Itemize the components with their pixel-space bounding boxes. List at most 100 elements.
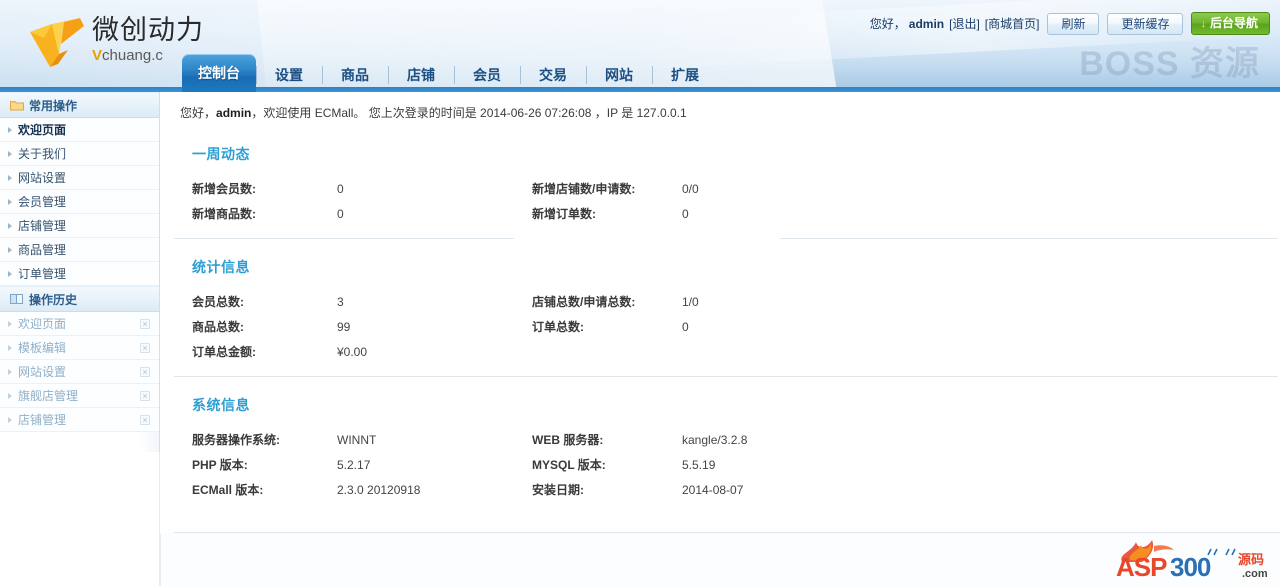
- section-divider: [160, 376, 1280, 377]
- stat-value: ¥0.00: [337, 344, 368, 359]
- stat-row: 订单总金额: ¥0.00: [192, 339, 532, 364]
- stat-row: 安装日期: 2014-08-07: [532, 477, 1266, 502]
- sidebar: 常用操作 欢迎页面 关于我们 网站设置 会员管理 店铺管理 商品管理 订单管理 …: [0, 92, 160, 452]
- tab-members[interactable]: 会员: [454, 58, 520, 92]
- sidebar-item-goods-management[interactable]: 商品管理: [0, 238, 159, 262]
- close-icon[interactable]: ×: [140, 366, 150, 377]
- sidebar-section-history-header: 操作历史: [0, 286, 159, 312]
- stat-label: 服务器操作系统:: [192, 433, 280, 447]
- section-kv-grid: 新增会员数: 0 新增店铺数/申请数: 0/0 新增商品数: 0 新增订单数: …: [192, 176, 1266, 226]
- sidebar-history-item-template-edit[interactable]: 模板编辑 ×: [0, 336, 159, 360]
- arrow-right-icon: [8, 368, 12, 375]
- sidebar-history-item-flagship-store[interactable]: 旗舰店管理 ×: [0, 384, 159, 408]
- tab-settings[interactable]: 设置: [256, 58, 322, 92]
- sidebar-history-item-welcome[interactable]: 欢迎页面 ×: [0, 312, 159, 336]
- stat-value: WINNT: [337, 432, 377, 447]
- stat-value: 0: [682, 319, 689, 334]
- arrow-right-icon: [8, 222, 12, 229]
- close-icon[interactable]: ×: [140, 390, 150, 401]
- tab-console[interactable]: 控制台: [182, 54, 256, 92]
- stat-row: ECMall 版本: 2.3.0 20120918: [192, 477, 532, 502]
- stat-value: 5.5.19: [682, 457, 716, 472]
- greeting-text: 您好，: [869, 17, 906, 31]
- arrow-right-icon: [8, 126, 12, 133]
- stat-label: WEB 服务器:: [532, 433, 604, 447]
- welcome-rest: ，欢迎使用 ECMall。 您上次登录的时间是 2014-06-26 07:26…: [251, 106, 687, 120]
- dashboard-sections: 一周动态 新增会员数: 0 新增店铺数/申请数: 0/0 新增商品数: 0 新增…: [160, 122, 1280, 502]
- sidebar-item-order-management[interactable]: 订单管理: [0, 262, 159, 286]
- section-kv-grid: 服务器操作系统: WINNT WEB 服务器: kangle/3.2.8 PHP…: [192, 427, 1266, 502]
- stat-row: 订单总数: 0: [532, 314, 1266, 339]
- tab-extensions[interactable]: 扩展: [652, 58, 718, 92]
- stat-value: 3: [337, 294, 344, 309]
- section-system-info: 系统信息 服务器操作系统: WINNT WEB 服务器: kangle/3.2.…: [160, 395, 1280, 502]
- close-icon[interactable]: ×: [140, 318, 150, 329]
- logout-link[interactable]: [退出]: [949, 15, 980, 32]
- tab-stores[interactable]: 店铺: [388, 58, 454, 92]
- sidebar-item-label: 店铺管理: [18, 219, 67, 233]
- sidebar-lower-strip: [0, 452, 160, 586]
- stat-value: 0: [682, 206, 689, 221]
- sidebar-item-welcome[interactable]: 欢迎页面: [0, 118, 159, 142]
- sidebar-item-store-management[interactable]: 店铺管理: [0, 214, 159, 238]
- stat-row: PHP 版本: 5.2.17: [192, 452, 532, 477]
- section-statistics: 统计信息 会员总数: 3 店铺总数/申请总数: 1/0 商品总数: 99 订单总…: [160, 257, 1280, 364]
- stat-label: 新增店铺数/申请数:: [532, 182, 636, 196]
- sidebar-item-label: 旗舰店管理: [18, 389, 79, 403]
- stat-value: 2014-08-07: [682, 482, 744, 497]
- admin-nav-label: 后台导航: [1209, 16, 1258, 30]
- history-book-icon: [10, 293, 24, 305]
- sidebar-history-item-store-management[interactable]: 店铺管理 ×: [0, 408, 159, 432]
- tab-website[interactable]: 网站: [586, 58, 652, 92]
- close-icon[interactable]: ×: [140, 342, 150, 353]
- logo-text-cn: 微创动力: [92, 15, 204, 46]
- divider-full: [174, 376, 1278, 377]
- arrow-right-icon: [8, 270, 12, 277]
- sidebar-item-label: 欢迎页面: [18, 317, 67, 331]
- stat-row: 会员总数: 3: [192, 289, 532, 314]
- stat-label: 会员总数:: [192, 295, 244, 309]
- section-kv-grid: 会员总数: 3 店铺总数/申请总数: 1/0 商品总数: 99 订单总数: 0: [192, 289, 1266, 364]
- stat-label: MYSQL 版本:: [532, 458, 606, 472]
- close-icon[interactable]: ×: [140, 414, 150, 425]
- stat-row: 新增订单数: 0: [532, 201, 1266, 226]
- username-label: admin: [908, 16, 945, 31]
- page-body: 常用操作 欢迎页面 关于我们 网站设置 会员管理 店铺管理 商品管理 订单管理 …: [0, 92, 1280, 586]
- stat-label: 订单总数:: [532, 320, 584, 334]
- arrow-right-icon: [8, 198, 12, 205]
- sidebar-history-title: 操作历史: [29, 292, 78, 307]
- stat-row: 商品总数: 99: [192, 314, 532, 339]
- section-title: 系统信息: [192, 397, 250, 413]
- mall-home-link[interactable]: [商城首页]: [985, 15, 1040, 32]
- tab-transactions[interactable]: 交易: [520, 58, 586, 92]
- admin-nav-button[interactable]: ↓ 后台导航: [1191, 12, 1270, 35]
- stat-label: 订单总金额:: [192, 345, 256, 359]
- arrow-right-icon: [8, 174, 12, 181]
- sidebar-history-item-site-settings[interactable]: 网站设置 ×: [0, 360, 159, 384]
- tab-goods[interactable]: 商品: [322, 58, 388, 92]
- main-content: 您好，admin，欢迎使用 ECMall。 您上次登录的时间是 2014-06-…: [160, 92, 1280, 586]
- sidebar-item-label: 关于我们: [18, 147, 67, 161]
- stat-value: 5.2.17: [337, 457, 371, 472]
- refresh-button[interactable]: 刷新: [1047, 12, 1100, 35]
- sidebar-item-about-us[interactable]: 关于我们: [0, 142, 159, 166]
- update-cache-button[interactable]: 更新缓存: [1107, 12, 1184, 35]
- svg-text:源码: 源码: [1238, 552, 1264, 568]
- sidebar-item-site-settings[interactable]: 网站设置: [0, 166, 159, 190]
- sidebar-item-label: 订单管理: [18, 267, 67, 281]
- stat-label: 店铺总数/申请总数:: [532, 295, 636, 309]
- arrow-right-icon: [8, 320, 12, 327]
- footer-area: ASP 300 源码 .com: [160, 533, 1280, 586]
- arrow-right-icon: [8, 344, 12, 351]
- stat-label: 新增订单数:: [532, 207, 596, 221]
- sidebar-item-label: 网站设置: [18, 365, 67, 379]
- stat-value: 1/0: [682, 294, 699, 309]
- asp300-watermark-logo: ASP 300 源码 .com: [1108, 536, 1274, 584]
- welcome-message: 您好，admin，欢迎使用 ECMall。 您上次登录的时间是 2014-06-…: [160, 92, 1280, 122]
- stat-row: WEB 服务器: kangle/3.2.8: [532, 427, 1266, 452]
- sidebar-item-label: 欢迎页面: [18, 123, 67, 137]
- sidebar-section-common-header: 常用操作: [0, 92, 159, 118]
- divider-right: [780, 238, 1278, 239]
- sidebar-item-member-management[interactable]: 会员管理: [0, 190, 159, 214]
- welcome-username: admin: [216, 106, 252, 120]
